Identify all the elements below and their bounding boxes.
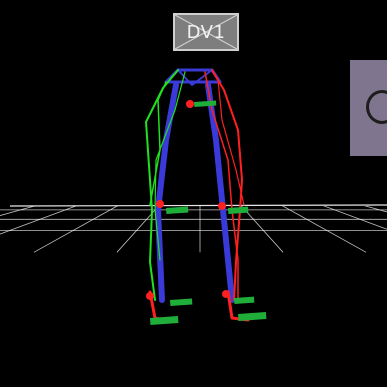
ring-icon: [366, 90, 387, 124]
joint-marker: [228, 206, 249, 214]
3d-viewport[interactable]: DV1: [0, 0, 387, 387]
device-label-text: DV1: [186, 21, 226, 43]
joint-marker: [166, 206, 189, 214]
joint-point: [222, 290, 230, 298]
joint-point: [156, 200, 164, 208]
side-panel[interactable]: [350, 60, 387, 156]
device-label[interactable]: DV1: [173, 13, 239, 51]
joint-marker: [237, 312, 267, 321]
joint-marker: [234, 296, 255, 304]
joint-marker: [170, 298, 193, 306]
joint-point: [186, 100, 194, 108]
joint-point: [146, 292, 154, 300]
scene-canvas: [0, 0, 387, 325]
joint-point: [218, 202, 226, 210]
